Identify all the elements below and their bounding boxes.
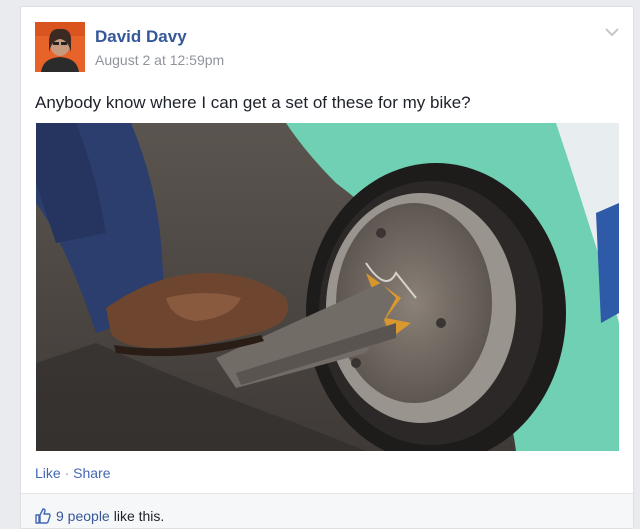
author-avatar[interactable] bbox=[35, 22, 85, 72]
chevron-down-icon[interactable] bbox=[603, 25, 621, 39]
photo-image bbox=[36, 123, 619, 451]
avatar-image bbox=[35, 22, 85, 72]
post-timestamp[interactable]: August 2 at 12:59pm bbox=[95, 52, 224, 68]
post-photo[interactable] bbox=[36, 123, 619, 451]
thumbs-up-icon[interactable] bbox=[35, 508, 51, 524]
likes-count-link[interactable]: 9 people bbox=[56, 508, 110, 524]
likes-summary: 9 people like this. bbox=[35, 508, 164, 524]
post-text: Anybody know where I can get a set of th… bbox=[35, 93, 471, 112]
action-separator: · bbox=[64, 465, 74, 481]
likes-bar: 9 people like this. bbox=[21, 494, 633, 528]
post-card: David Davy August 2 at 12:59pm Anybody k… bbox=[20, 6, 634, 529]
like-link[interactable]: Like bbox=[35, 465, 61, 481]
share-link[interactable]: Share bbox=[73, 465, 110, 481]
likes-suffix: like this. bbox=[113, 508, 165, 524]
post-actions: Like · Share bbox=[35, 465, 111, 481]
author-name[interactable]: David Davy bbox=[95, 27, 187, 47]
